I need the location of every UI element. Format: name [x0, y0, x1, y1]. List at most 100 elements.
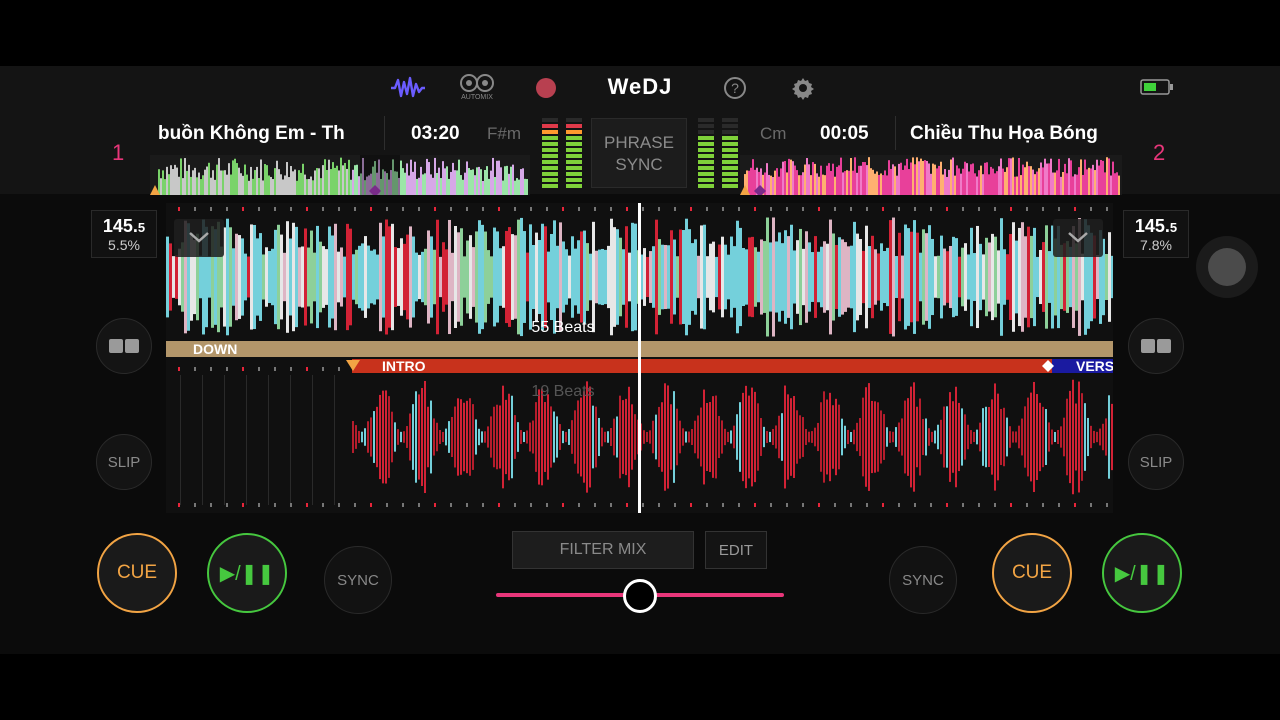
- deck-2-bpm-display[interactable]: 145.5 7.8%: [1123, 210, 1189, 258]
- deck-2-slip-button[interactable]: SLIP: [1128, 434, 1184, 490]
- edit-button[interactable]: EDIT: [705, 531, 767, 569]
- deck-2-wave-bar: [1087, 417, 1089, 457]
- deck-1-wave-bar: [1006, 254, 1009, 300]
- overview-2-bar: [956, 165, 958, 195]
- deck-2-wave-bar: [589, 386, 591, 488]
- deck-2-track-title[interactable]: Chiều Thu Họa Bóng: [910, 120, 1120, 148]
- deck-1-overview-waveform[interactable]: [150, 155, 530, 195]
- overview-2-bar: [846, 170, 848, 195]
- deck-1-beat-tick: [306, 207, 308, 211]
- automix-icon[interactable]: [459, 73, 495, 95]
- deck-1-wave-bar: [928, 225, 931, 329]
- deck-2-wave-bar: [805, 429, 807, 445]
- deck-1-wave-bar: [793, 250, 796, 304]
- deck-1-wave-bar: [349, 228, 352, 326]
- phrase-sync-button[interactable]: PHRASE SYNC: [591, 118, 687, 188]
- waveform-canvas[interactable]: DOWN INTRO VERS 55 Beats 19 Beats: [166, 203, 1113, 513]
- deck-1-wave-bar: [1030, 235, 1033, 319]
- deck-1-wave-bar: [241, 238, 244, 316]
- overview-2-bar: [890, 168, 892, 195]
- deck-1-wave-bar: [1033, 227, 1036, 327]
- deck-2-time: 00:05: [820, 123, 869, 144]
- overview-2-bar: [880, 173, 882, 195]
- overview-2-bar: [916, 157, 918, 195]
- overview-2-bar: [1052, 172, 1054, 195]
- deck-2-collapse-button[interactable]: [1053, 219, 1103, 257]
- deck-1-cue-button[interactable]: CUE: [97, 533, 177, 613]
- deck-2-wave-bar: [706, 402, 708, 472]
- waveform-view-icon[interactable]: [390, 74, 426, 102]
- deck-2-wave-bar: [1057, 430, 1059, 444]
- deck-1-wave-bar: [388, 226, 391, 328]
- deck-2-beat-tick-bottom: [786, 503, 788, 507]
- deck-1-wave-bar: [544, 226, 547, 328]
- overview-2-bar: [860, 165, 862, 195]
- filter-mix-button[interactable]: FILTER MIX: [512, 531, 694, 569]
- overview-1-bar: [276, 160, 278, 195]
- overview-2-bar: [1058, 158, 1060, 195]
- deck-1-beat-tick: [882, 207, 884, 211]
- overview-1-bar: [316, 168, 318, 195]
- overview-1-bar: [254, 170, 256, 195]
- deck-2-wave-bar: [880, 410, 882, 464]
- deck-2-wave-bar: [1090, 425, 1092, 449]
- deck-2-beat-tick-bottom: [594, 503, 596, 507]
- deck-2-wave-bar: [1042, 406, 1044, 468]
- overview-1-bar: [326, 169, 328, 195]
- help-icon[interactable]: ?: [723, 76, 747, 100]
- overview-2-bar: [812, 162, 814, 195]
- settings-gear-icon[interactable]: [791, 76, 815, 100]
- overview-1-played: [360, 155, 400, 195]
- overview-2-bar: [966, 163, 968, 195]
- overview-1-bar: [336, 165, 338, 195]
- deck-1-wave-bar: [313, 252, 316, 302]
- overview-2-bar: [908, 169, 910, 195]
- deck-2-wave-bar: [472, 404, 474, 470]
- deck-2-wave-bar: [505, 399, 507, 475]
- deck-1-slip-button[interactable]: SLIP: [96, 434, 152, 490]
- deck-1-collapse-button[interactable]: [174, 219, 224, 257]
- deck-1-wave-bar: [670, 230, 673, 324]
- record-icon[interactable]: [535, 77, 557, 99]
- deck-2-play-pause-button[interactable]: ▶/❚❚: [1102, 533, 1182, 613]
- deck-1-pads-button[interactable]: [96, 318, 152, 374]
- overview-1-bar: [320, 178, 322, 195]
- deck-1-wave-bar: [367, 245, 370, 309]
- overview-2-bar: [984, 162, 986, 195]
- deck-1-track-title[interactable]: buồn Không Em - Th: [158, 120, 368, 148]
- deck-2-wave-bar: [1030, 392, 1032, 482]
- deck-2-wave-bar: [979, 422, 981, 452]
- deck-1-wave-bar: [814, 236, 817, 318]
- overview-2-bar: [1046, 163, 1048, 195]
- deck-1-wave-bar: [787, 236, 790, 318]
- deck-1-wave-bar: [439, 256, 442, 298]
- deck-1-beat-tick: [1042, 207, 1044, 211]
- overview-2-bar: [784, 161, 786, 195]
- deck-1-play-pause-button[interactable]: ▶/❚❚: [207, 533, 287, 613]
- waveform-panel[interactable]: DOWN INTRO VERS 55 Beats 19 Beats: [166, 203, 1113, 513]
- deck-2-wave-bar: [736, 414, 738, 460]
- deck-1-wave-bar: [634, 223, 637, 331]
- jog-knob[interactable]: [1196, 236, 1258, 298]
- deck-2-wave-bar: [433, 418, 435, 456]
- deck-2-wave-bar: [1066, 398, 1068, 476]
- crossfader-knob[interactable]: [623, 579, 657, 613]
- deck-1-wave-bar: [904, 224, 907, 330]
- deck-2-pads-button[interactable]: [1128, 318, 1184, 374]
- deck-1-beat-tick: [402, 207, 404, 211]
- deck-2-cue-button[interactable]: CUE: [992, 533, 1072, 613]
- deck-1-sync-button[interactable]: SYNC: [324, 546, 392, 614]
- deck-1-wave-bar: [922, 229, 925, 325]
- deck-2-wave-bar: [817, 422, 819, 452]
- overview-1-bar: [474, 175, 476, 195]
- overview-1-bar: [172, 169, 174, 195]
- overview-1-bar: [226, 174, 228, 195]
- deck-1-beat-tick: [178, 207, 180, 211]
- deck-2-overview-waveform[interactable]: [740, 155, 1122, 195]
- deck-1-wave-bar: [535, 232, 538, 322]
- overview-1-bar: [264, 164, 266, 195]
- deck-1-wave-bar: [550, 233, 553, 321]
- deck-2-sync-button[interactable]: SYNC: [889, 546, 957, 614]
- deck-1-wave-bar: [760, 239, 763, 315]
- deck-1-bpm-display[interactable]: 145.5 5.5%: [91, 210, 157, 258]
